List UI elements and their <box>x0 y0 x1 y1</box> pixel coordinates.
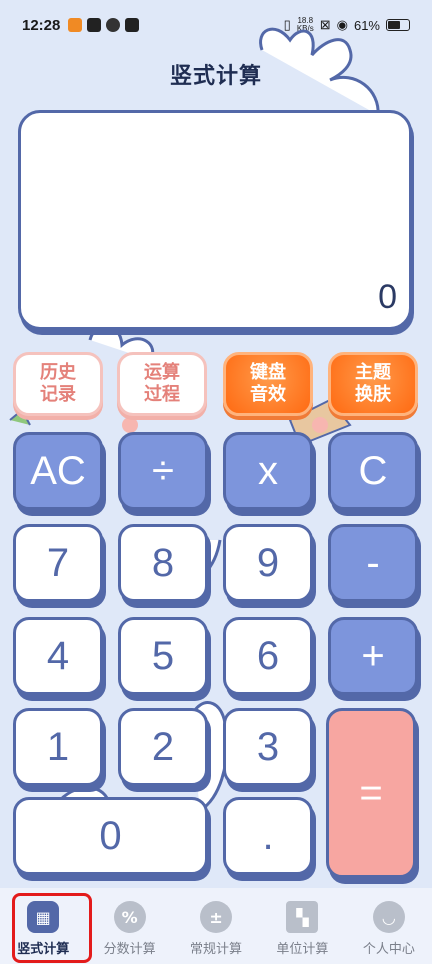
two-key[interactable]: 2 <box>118 708 208 786</box>
tab-label: 常规计算 <box>190 942 243 957</box>
app-notification-icon <box>68 18 83 32</box>
clear-key[interactable]: C <box>328 432 418 510</box>
percent-icon: % <box>113 901 146 933</box>
ac-key[interactable]: AC <box>13 432 103 510</box>
seven-key[interactable]: 7 <box>13 524 103 602</box>
nine-key[interactable]: 9 <box>223 524 313 602</box>
tab-label: 单位计算 <box>276 942 329 957</box>
smile-icon: ◡ <box>372 901 405 933</box>
calculator-display: 0 <box>18 110 412 330</box>
vibrate-icon: ▯ <box>283 17 291 32</box>
unit-grid-icon: ▚ <box>286 901 319 933</box>
tab-label: 分数计算 <box>103 942 156 957</box>
wifi-icon: ◉ <box>336 17 348 32</box>
tab-fraction-calc[interactable]: % 分数计算 <box>86 888 172 964</box>
dot-key[interactable]: . <box>223 797 313 875</box>
divide-key[interactable]: ÷ <box>118 432 208 510</box>
history-button[interactable]: 历史 记录 <box>13 352 103 416</box>
tab-profile[interactable]: ◡ 个人中心 <box>346 888 432 964</box>
eight-key[interactable]: 8 <box>118 524 208 602</box>
tab-label: 个人中心 <box>362 942 415 957</box>
three-key[interactable]: 3 <box>223 708 313 786</box>
message-app-icon <box>125 18 140 32</box>
keyboard-sound-button[interactable]: 键盘 音效 <box>223 352 313 416</box>
process-button[interactable]: 运算 过程 <box>117 352 207 416</box>
link-app-icon <box>106 18 121 32</box>
net-speed: 18.8 KB/s <box>296 16 314 33</box>
no-sim-icon: ⊠ <box>319 17 331 32</box>
four-key[interactable]: 4 <box>13 617 103 695</box>
operators-icon: ± <box>200 901 233 933</box>
plus-key[interactable]: + <box>328 617 418 695</box>
theme-button[interactable]: 主题 换肤 <box>328 352 418 416</box>
tab-unit-calc[interactable]: ▚ 单位计算 <box>259 888 345 964</box>
display-value: 0 <box>378 278 397 316</box>
zero-key[interactable]: 0 <box>13 797 208 875</box>
minus-key[interactable]: - <box>328 524 418 602</box>
active-tab-highlight <box>12 893 92 963</box>
one-key[interactable]: 1 <box>13 708 103 786</box>
multiply-key[interactable]: x <box>223 432 313 510</box>
video-app-icon <box>87 18 102 32</box>
battery-percent: 61% <box>353 17 380 33</box>
battery-icon <box>386 19 410 31</box>
status-bar: 12:28 ▯ 18.8 KB/s ⊠ ◉ 61% <box>0 0 432 50</box>
status-time: 12:28 <box>22 16 61 34</box>
tab-regular-calc[interactable]: ± 常规计算 <box>173 888 259 964</box>
six-key[interactable]: 6 <box>223 617 313 695</box>
page-title: 竖式计算 <box>169 64 262 89</box>
five-key[interactable]: 5 <box>118 617 208 695</box>
equals-key[interactable]: = <box>326 708 416 878</box>
